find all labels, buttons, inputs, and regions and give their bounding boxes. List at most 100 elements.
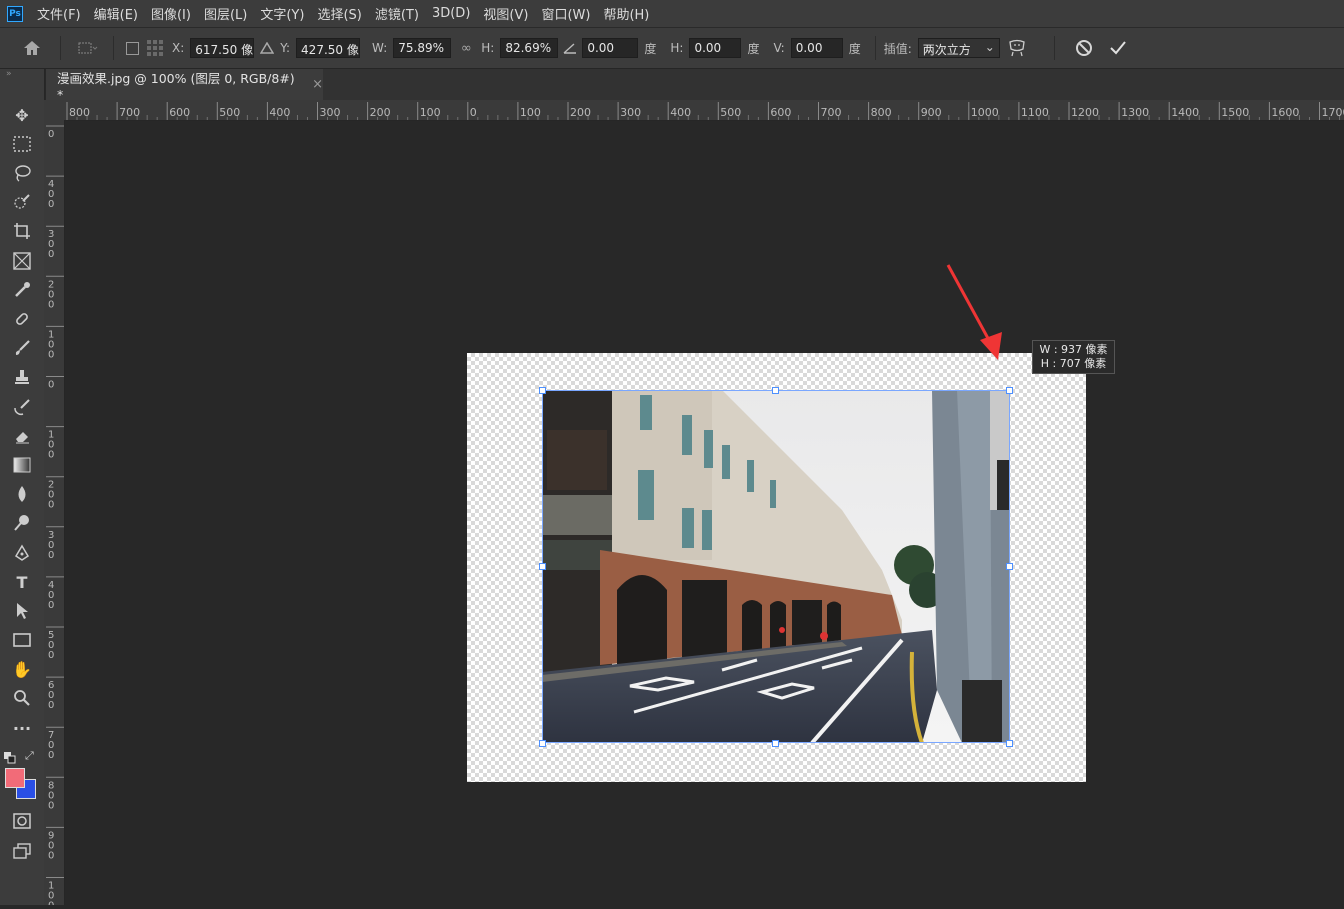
skew-h-input[interactable]: 0.00 xyxy=(689,38,741,58)
type-tool-icon[interactable]: T xyxy=(8,570,36,594)
history-brush-tool-icon[interactable] xyxy=(8,395,36,419)
swap-colors-icon[interactable]: ⤢ xyxy=(25,749,37,761)
hand-tool-icon[interactable]: ✋ xyxy=(8,657,36,681)
ruler-label: 1100 xyxy=(1021,106,1049,119)
healing-brush-tool-icon[interactable] xyxy=(8,307,36,331)
transform-handle-left[interactable] xyxy=(539,563,546,570)
h-label: H: xyxy=(481,41,494,55)
transform-handle-bottom-right[interactable] xyxy=(1006,740,1013,747)
divider xyxy=(875,36,876,60)
ruler-label: 300 xyxy=(48,229,54,260)
more-tools-icon[interactable]: ··· xyxy=(8,716,36,740)
ruler-label: 700 xyxy=(48,730,54,761)
skew-h-label: H: xyxy=(670,41,683,55)
reference-point-checkbox[interactable] xyxy=(122,42,142,55)
interpolation-select[interactable]: 两次立方 ⌄ xyxy=(918,38,1000,58)
menu-select[interactable]: 选择(S) xyxy=(317,4,361,23)
close-icon[interactable]: × xyxy=(312,77,323,92)
path-selection-tool-icon[interactable] xyxy=(8,599,36,623)
ruler-label: 400 xyxy=(269,106,290,119)
frame-tool-icon[interactable] xyxy=(8,249,36,273)
rectangle-tool-icon[interactable] xyxy=(8,628,36,652)
quick-mask-icon[interactable] xyxy=(8,809,36,833)
ruler-label: 900 xyxy=(48,830,54,861)
transform-handle-bottom[interactable] xyxy=(772,740,779,747)
blur-tool-icon[interactable] xyxy=(8,482,36,506)
horizontal-ruler[interactable]: 8007006005004003002001000100200300400500… xyxy=(46,100,1344,121)
transform-handle-top[interactable] xyxy=(772,387,779,394)
ruler-label: 300 xyxy=(620,106,641,119)
default-colors-icon[interactable] xyxy=(4,749,16,761)
menu-help[interactable]: 帮助(H) xyxy=(603,4,649,23)
ruler-label: 700 xyxy=(821,106,842,119)
lasso-tool-icon[interactable] xyxy=(8,161,36,185)
panel-collapse-icon[interactable]: » xyxy=(0,69,44,79)
skew-v-input[interactable]: 0.00 xyxy=(791,38,843,58)
annotation-arrow-icon xyxy=(940,260,1010,370)
ruler-label: 0 xyxy=(470,106,477,119)
ruler-label: 1000 xyxy=(48,881,54,906)
height-scale-input[interactable]: 82.69% xyxy=(500,38,558,58)
ruler-label: 300 xyxy=(48,530,54,561)
transform-handle-bottom-left[interactable] xyxy=(539,740,546,747)
tooltip-height: H : 707 像素 xyxy=(1039,357,1108,371)
pen-tool-icon[interactable] xyxy=(8,541,36,565)
eyedropper-tool-icon[interactable] xyxy=(8,278,36,302)
transform-tool-preset-icon[interactable] xyxy=(69,41,105,55)
link-icon[interactable]: ∞ xyxy=(451,41,481,56)
transform-handle-top-left[interactable] xyxy=(539,387,546,394)
gradient-tool-icon[interactable] xyxy=(8,453,36,477)
transform-bounding-box[interactable] xyxy=(542,390,1010,743)
width-scale-input[interactable]: 75.89% xyxy=(393,38,451,58)
foreground-color-swatch[interactable] xyxy=(5,768,25,788)
ruler-label: 200 xyxy=(48,480,54,511)
degree-unit: 度 xyxy=(747,40,759,57)
menu-image[interactable]: 图像(I) xyxy=(151,4,191,23)
menu-file[interactable]: 文件(F) xyxy=(37,4,81,23)
cancel-transform-icon[interactable] xyxy=(1067,39,1101,57)
relative-position-icon[interactable] xyxy=(254,42,280,54)
screen-mode-icon[interactable] xyxy=(8,839,36,863)
clone-stamp-tool-icon[interactable] xyxy=(8,365,36,389)
zoom-tool-icon[interactable] xyxy=(8,686,36,710)
chevron-down-icon: ⌄ xyxy=(985,40,995,54)
transform-handle-right[interactable] xyxy=(1006,563,1013,570)
ruler-label: 500 xyxy=(48,630,54,661)
dodge-tool-icon[interactable] xyxy=(8,511,36,535)
ruler-label: 1200 xyxy=(1071,106,1099,119)
warp-mode-icon[interactable] xyxy=(1000,38,1034,58)
vertical-ruler[interactable]: 0400300200100010020030040050060070080090… xyxy=(44,120,65,905)
ruler-label: 1600 xyxy=(1271,106,1299,119)
move-tool-icon[interactable]: ✥ xyxy=(8,103,36,127)
y-position-input[interactable]: 427.50 像素 xyxy=(296,38,360,58)
menu-window[interactable]: 窗口(W) xyxy=(541,4,590,23)
menu-layer[interactable]: 图层(L) xyxy=(204,4,247,23)
crop-tool-icon[interactable] xyxy=(8,219,36,243)
ruler-label: 100 xyxy=(48,329,54,360)
x-position-input[interactable]: 617.50 像素 xyxy=(190,38,254,58)
document-tab[interactable]: 漫画效果.jpg @ 100% (图层 0, RGB/8#) * × xyxy=(46,69,323,100)
quick-selection-tool-icon[interactable] xyxy=(8,190,36,214)
menu-type[interactable]: 文字(Y) xyxy=(260,4,304,23)
ruler-label: 200 xyxy=(570,106,591,119)
brush-tool-icon[interactable] xyxy=(8,336,36,360)
divider xyxy=(1054,36,1055,60)
home-icon[interactable] xyxy=(12,40,52,56)
tools-panel: » ✥ T ✋ xyxy=(0,69,45,905)
photoshop-logo-icon[interactable]: Ps xyxy=(7,6,23,22)
transform-handle-top-right[interactable] xyxy=(1006,387,1013,394)
marquee-tool-icon[interactable] xyxy=(8,132,36,156)
commit-transform-icon[interactable] xyxy=(1101,40,1135,56)
rotate-angle-icon xyxy=(558,42,582,54)
ruler-label: 400 xyxy=(48,580,54,611)
reference-point-locator-icon[interactable] xyxy=(142,39,168,57)
rotate-angle-input[interactable]: 0.00 xyxy=(582,38,638,58)
menu-3d[interactable]: 3D(D) xyxy=(432,6,470,21)
eraser-tool-icon[interactable] xyxy=(8,424,36,448)
menu-view[interactable]: 视图(V) xyxy=(483,4,528,23)
vertical-ruler-ticks: 0400300200100010020030040050060070080090… xyxy=(44,120,64,905)
menu-edit[interactable]: 编辑(E) xyxy=(94,4,138,23)
menu-filter[interactable]: 滤镜(T) xyxy=(375,4,419,23)
ruler-label: 100 xyxy=(420,106,441,119)
ruler-label: 0 xyxy=(48,129,54,140)
